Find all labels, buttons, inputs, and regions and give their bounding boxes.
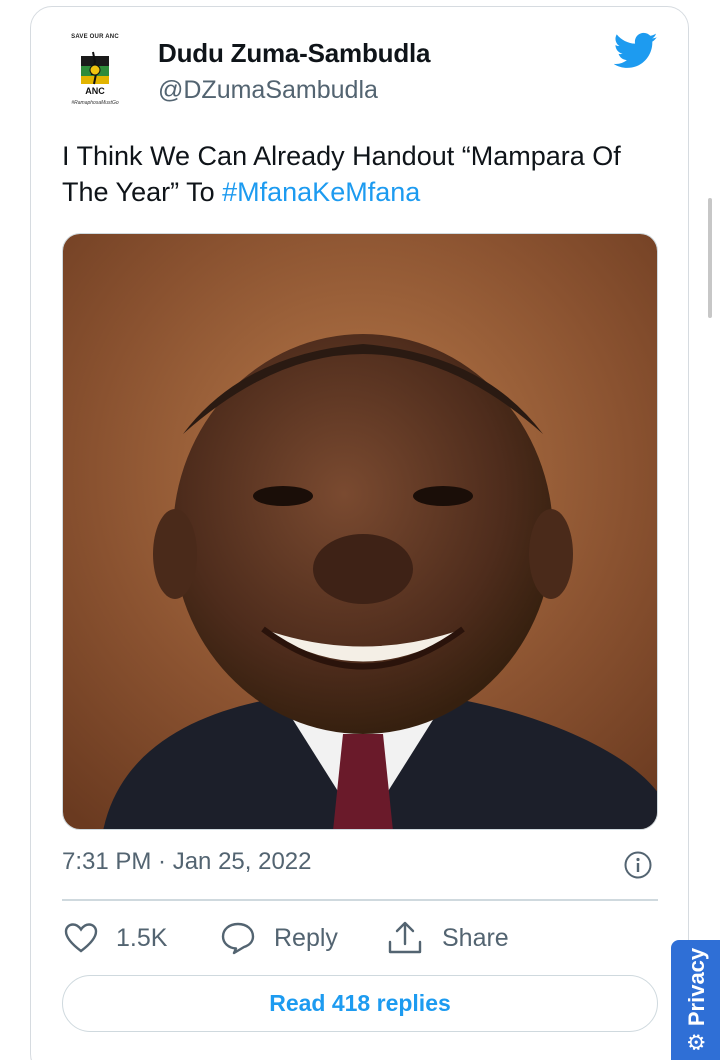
tweet-text: I Think We Can Already Handout “Mampara … (62, 138, 672, 210)
tweet-photo[interactable] (62, 233, 658, 830)
tweet-timestamp[interactable]: 7:31 PM · Jan 25, 2022 (62, 848, 312, 876)
avatar-caption-top: SAVE OUR ANC (71, 34, 119, 40)
gear-icon: ⚙ (684, 1032, 709, 1052)
avatar-caption-bottom: #RamaphosaMustGo (71, 100, 119, 106)
divider (62, 899, 658, 901)
share-label: Share (442, 923, 509, 952)
like-button[interactable]: 1.5K (64, 918, 167, 958)
hashtag-link[interactable]: #MfanaKeMfana (222, 177, 420, 207)
share-icon (388, 921, 422, 954)
heart-icon (64, 923, 98, 953)
anc-logo-icon: ANC (81, 51, 109, 96)
privacy-text: Privacy (684, 947, 709, 1027)
like-count: 1.5K (116, 923, 168, 952)
display-name[interactable]: Dudu Zuma-Sambudla (158, 38, 430, 69)
user-handle[interactable]: @DZumaSambudla (158, 76, 378, 105)
share-button[interactable]: Share (386, 918, 509, 958)
reply-bubble-icon (221, 922, 255, 955)
twitter-bird-icon[interactable] (614, 32, 658, 70)
privacy-label: ⚙ Privacy (684, 948, 710, 1052)
read-replies-button[interactable]: Read 418 replies (62, 975, 658, 1032)
info-icon[interactable] (623, 850, 653, 880)
avatar[interactable]: SAVE OUR ANC ANC #RamaphosaMustGo (50, 34, 140, 114)
avatar-logo-text: ANC (85, 86, 105, 96)
scrollbar[interactable] (708, 198, 712, 318)
privacy-tab[interactable]: ⚙ Privacy (671, 940, 720, 1060)
reply-label: Reply (274, 923, 338, 952)
reply-button[interactable]: Reply (220, 918, 338, 958)
